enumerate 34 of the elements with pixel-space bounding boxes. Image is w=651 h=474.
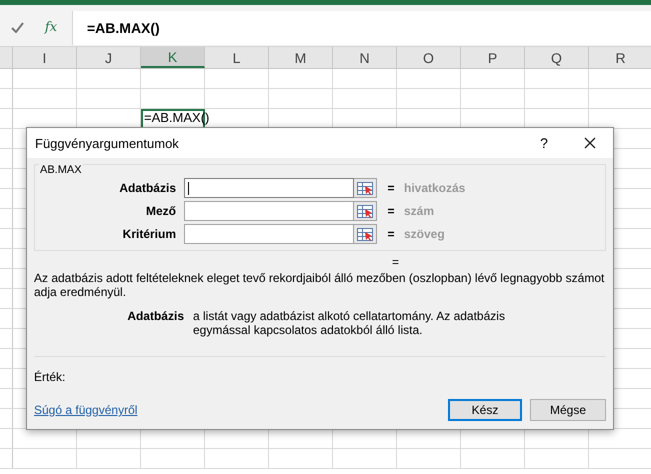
- range-select-icon: [357, 228, 373, 240]
- argument-help-text: a listát vagy adatbázist alkotó cellatartomány. Az adatbázis egymással kapcsolatos adatokból álló lista.: [193, 309, 506, 337]
- check-icon[interactable]: [10, 22, 24, 33]
- close-icon[interactable]: [584, 137, 596, 149]
- function-name: AB.MAX: [39, 164, 83, 176]
- range-select-button[interactable]: [354, 224, 377, 244]
- result-equals-sign: =: [392, 255, 400, 269]
- argument-label: Mező: [145, 204, 177, 218]
- help-button[interactable]: ?: [521, 128, 567, 158]
- column-header[interactable]: K: [141, 47, 205, 68]
- range-select-button[interactable]: [354, 178, 377, 198]
- argument-field[interactable]: [184, 178, 354, 198]
- equals-sign: =: [386, 227, 396, 241]
- range-select-icon: [357, 182, 373, 194]
- equals-sign: =: [386, 181, 396, 195]
- argument-field[interactable]: [184, 224, 354, 244]
- argument-type: szám: [404, 204, 434, 218]
- ok-button[interactable]: Kész: [448, 399, 522, 421]
- argument-type: hivatkozás: [404, 181, 466, 195]
- argument-label: Kritérium: [122, 227, 177, 241]
- range-select-icon: [357, 204, 373, 218]
- formula-field[interactable]: =AB.MAX(): [72, 10, 651, 44]
- equals-sign: =: [386, 204, 396, 218]
- argument-type: szöveg: [404, 227, 445, 241]
- dialog-title: Függvényargumentumok: [35, 136, 180, 150]
- insert-function-button[interactable]: fx: [44, 20, 58, 35]
- argument-label: Adatbázis: [118, 181, 177, 195]
- value-label: Érték:: [34, 370, 66, 384]
- help-link[interactable]: Súgó a függvényről: [34, 403, 138, 417]
- argument-help-label: Adatbázis: [126, 309, 185, 325]
- cancel-button[interactable]: Mégse: [530, 399, 606, 421]
- range-select-button[interactable]: [354, 201, 377, 221]
- function-description: Az adatbázis adott feltételeknek eleget tevő rekordjaiból álló mezőben (oszlopban) lévő legnagyobb számot adja eredményül.: [34, 271, 606, 299]
- argument-field[interactable]: [184, 201, 354, 221]
